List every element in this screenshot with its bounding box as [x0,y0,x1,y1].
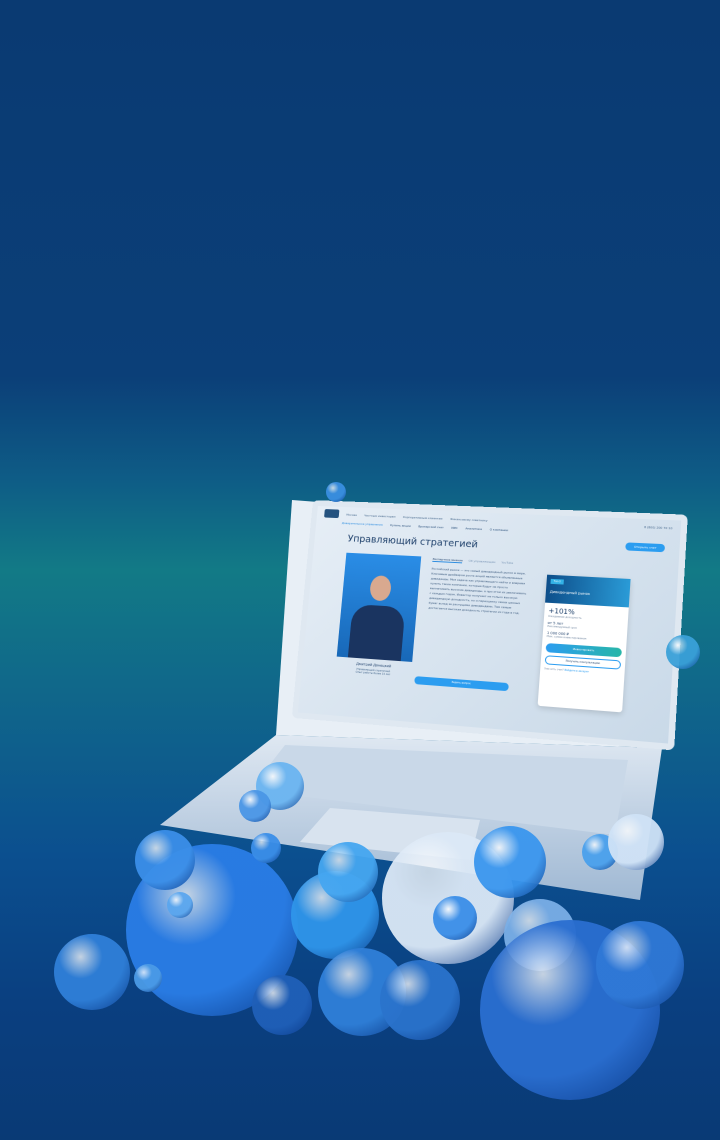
sphere [666,635,700,669]
logo [324,509,340,519]
sphere [251,833,281,863]
promo-scene: Москва Частным инвесторам Корпоративным … [0,0,720,1140]
sphere [167,892,193,918]
sphere [54,934,130,1010]
laptop-screen: Москва Частным инвесторам Корпоративным … [291,500,688,751]
sphere [252,975,312,1035]
tab-youtube[interactable]: YouTube [501,560,513,566]
nav-link[interactable]: Частным инвесторам [364,513,396,518]
card-tag: Топ-3 [550,578,564,585]
tab-about[interactable]: Об управляющем [468,559,495,565]
sphere [596,921,684,1009]
sphere [239,790,271,822]
nav-link[interactable]: Брокерский счет [418,524,444,529]
nav-link[interactable]: О компании [490,527,509,532]
expert-text: Российский рынок — это самый дивидендный… [428,566,527,616]
nav-link[interactable]: Москва [346,512,357,516]
sphere [380,960,460,1040]
nav-link[interactable]: Доверительное управление [342,521,383,527]
nav-link[interactable]: Финансовому советнику [450,517,488,522]
sphere [608,814,664,870]
tab-expert[interactable]: Экспертное мнение [432,556,463,564]
sphere [318,842,378,902]
nav-link[interactable]: ИИС [451,526,458,530]
sphere [326,482,346,502]
nav-link[interactable]: Аналитика [465,526,482,531]
sphere [474,826,546,898]
nav-link[interactable]: Купить акции [390,523,411,528]
phone-number[interactable]: 8 (800) 200 70 10 [644,525,672,530]
sphere [134,964,162,992]
nav-link[interactable]: Корпоративным клиентам [403,515,443,520]
ask-question-button[interactable]: Задать вопрос [414,676,509,692]
strategy-card: Дивидендный рынок Топ-3 +101% Ожидаемая … [537,574,631,713]
sphere [433,896,477,940]
tabs: Экспертное мнение Об управляющем YouTube [432,556,513,566]
sphere [135,830,195,890]
login-link[interactable]: Войдите в аккаунт [564,669,589,674]
manager-photo [336,552,422,662]
